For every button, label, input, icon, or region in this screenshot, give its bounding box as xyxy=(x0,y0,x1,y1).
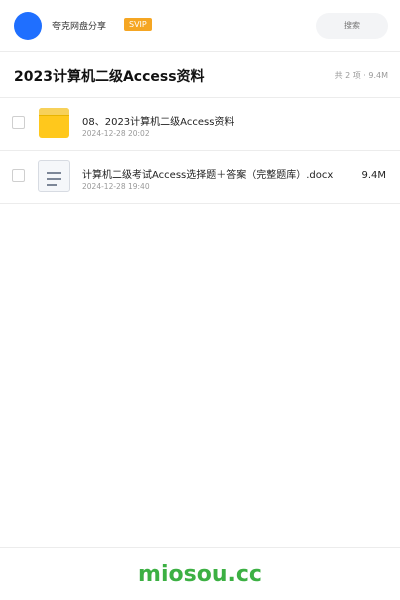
file-size: 9.4M xyxy=(361,170,386,181)
search-input[interactable] xyxy=(316,13,388,39)
file-name[interactable]: 计算机二级考试Access选择题＋答案（完整题库）.docx xyxy=(82,166,344,181)
footer: miosou.cc xyxy=(0,547,400,600)
file-name[interactable]: 08、2023计算机二级Access资料 xyxy=(82,113,344,128)
folder-icon xyxy=(39,108,69,138)
file-date: 2024-12-28 19:40 xyxy=(82,182,150,191)
file-row[interactable]: 计算机二级考试Access选择题＋答案（完整题库）.docx 2024-12-2… xyxy=(0,151,400,204)
title-bar: 2023计算机二级Access资料 共 2 项 · 9.4M xyxy=(0,52,400,98)
footer-brand[interactable]: miosou.cc xyxy=(0,562,400,587)
file-summary: 共 2 项 · 9.4M xyxy=(334,71,388,80)
app-header: 夸克网盘分享 SVIP xyxy=(0,0,400,52)
avatar[interactable] xyxy=(14,12,42,40)
file-row[interactable]: 08、2023计算机二级Access资料 2024-12-28 20:02 xyxy=(0,98,400,151)
user-name[interactable]: 夸克网盘分享 xyxy=(52,19,106,32)
file-list: 08、2023计算机二级Access资料 2024-12-28 20:02 计算… xyxy=(0,98,400,204)
file-date: 2024-12-28 20:02 xyxy=(82,129,150,138)
row-checkbox[interactable] xyxy=(12,169,25,182)
document-icon xyxy=(38,160,70,192)
page-title: 2023计算机二级Access资料 xyxy=(14,69,205,85)
svip-badge: SVIP xyxy=(124,18,152,31)
row-checkbox[interactable] xyxy=(12,116,25,129)
